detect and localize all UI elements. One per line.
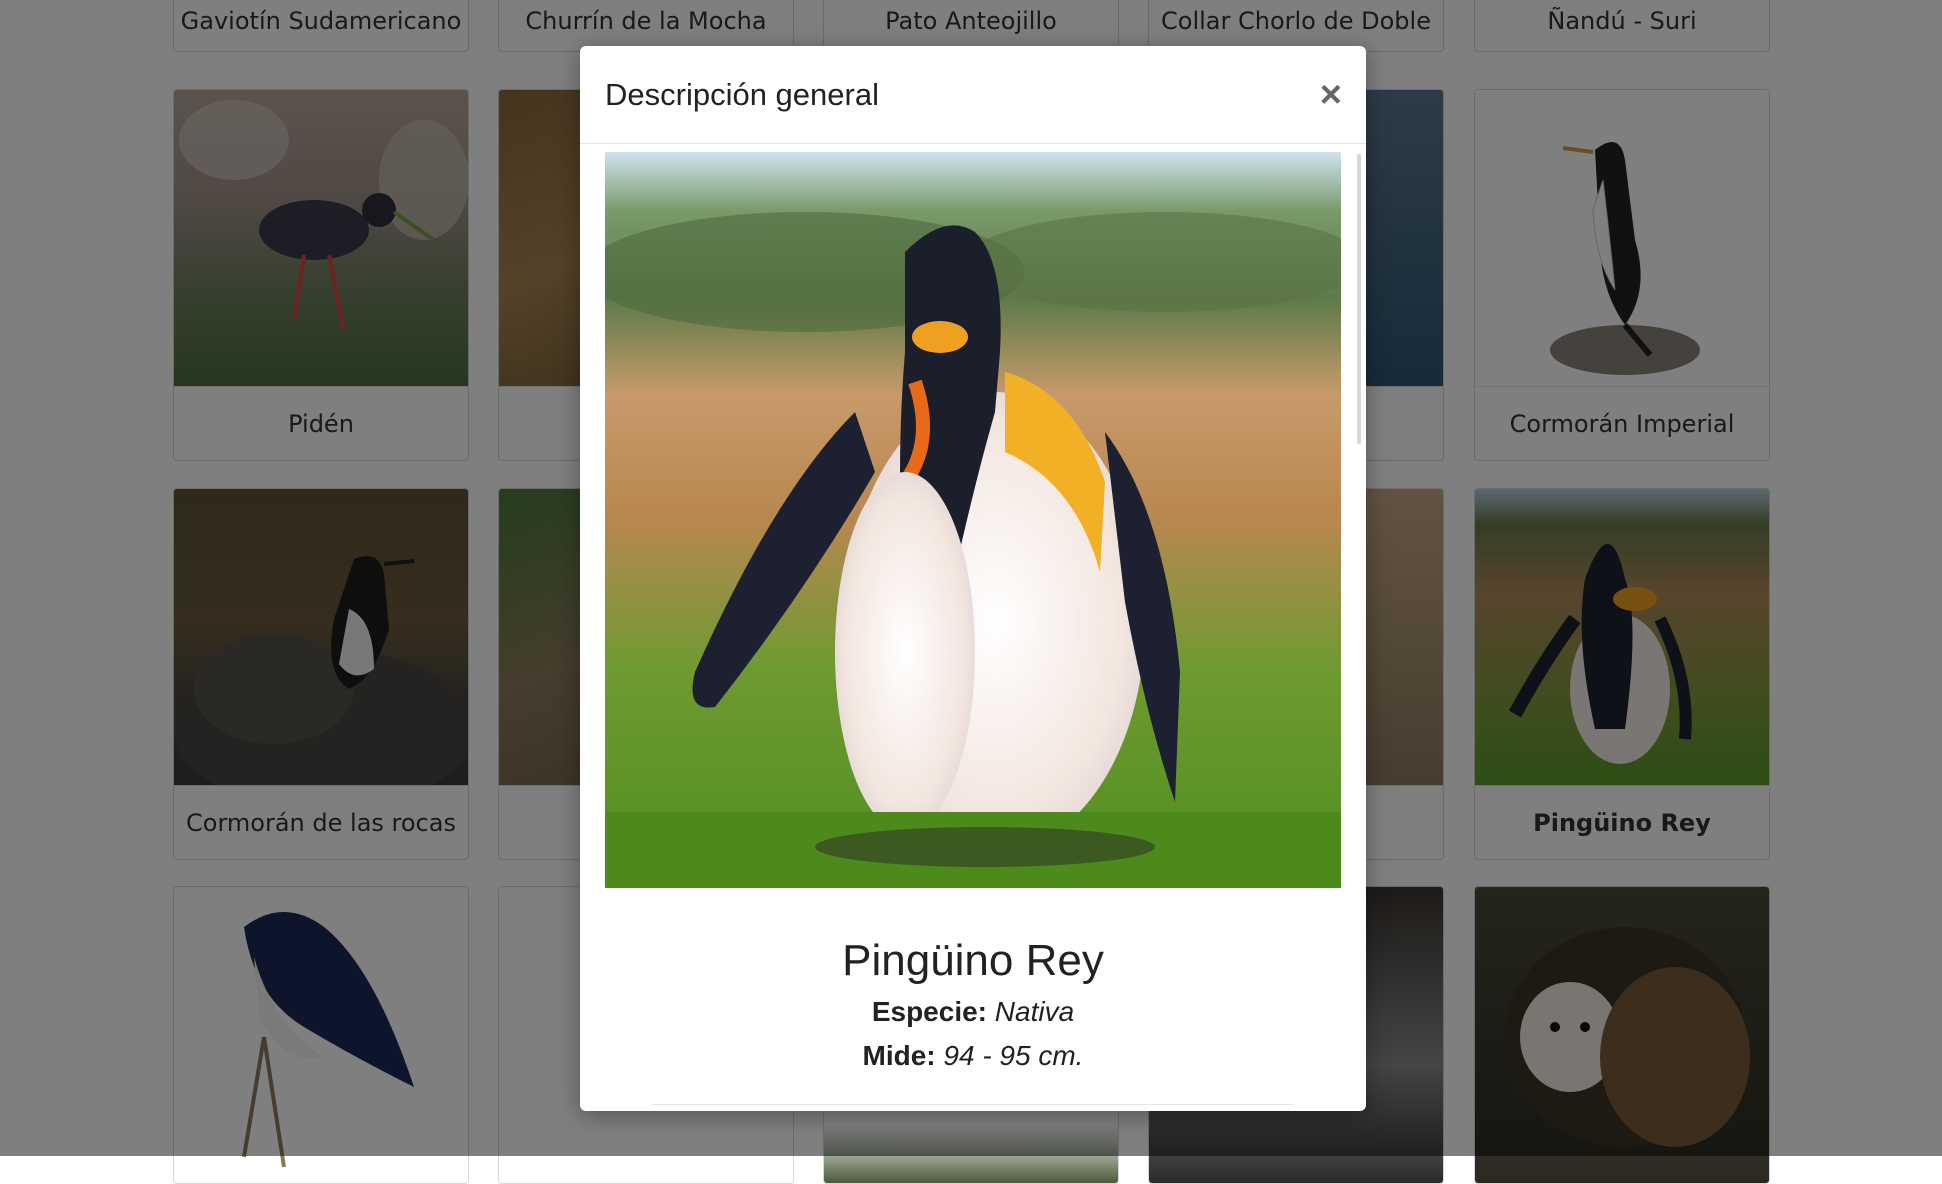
close-icon[interactable]: × <box>1320 76 1342 114</box>
species-type-line: Especie: Nativa <box>580 996 1366 1028</box>
species-type-value: Nativa <box>994 996 1075 1027</box>
modal-divider <box>652 1104 1294 1105</box>
modal-body: Pingüino Rey Especie: Nativa Mide: 94 - … <box>580 144 1366 1111</box>
species-size-label: Mide: <box>862 1040 936 1071</box>
species-detail-modal: Descripción general × Pingüino Rey Espec… <box>580 46 1366 1111</box>
modal-scrollbar[interactable] <box>1357 154 1361 444</box>
modal-header: Descripción general × <box>580 46 1366 144</box>
modal-title: Descripción general <box>605 76 879 112</box>
species-name-heading: Pingüino Rey <box>842 936 1104 985</box>
species-type-label: Especie: <box>871 996 987 1027</box>
species-main-photo <box>605 152 1341 888</box>
species-size-value: 94 - 95 cm. <box>943 1040 1084 1071</box>
species-size-line: Mide: 94 - 95 cm. <box>580 1040 1366 1072</box>
